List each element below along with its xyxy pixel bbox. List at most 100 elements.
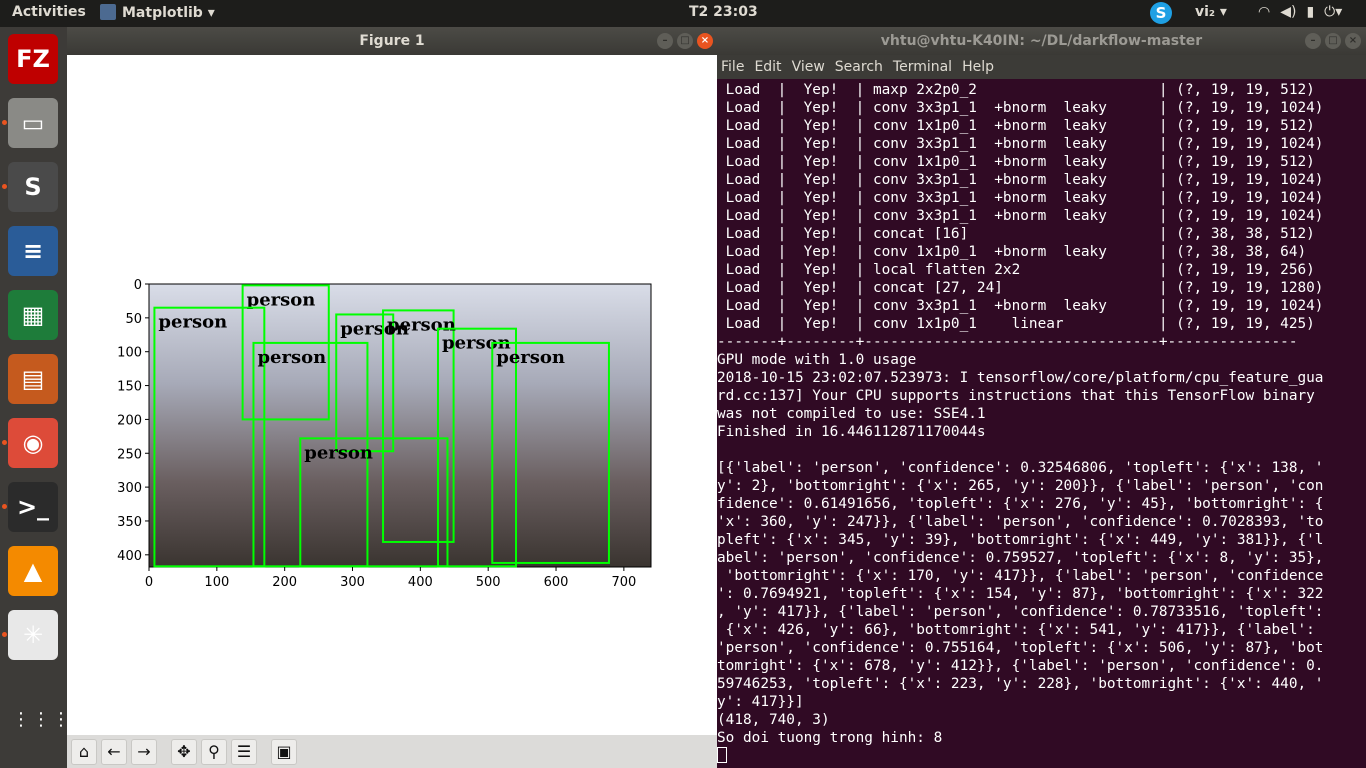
terminal-line: , 'y': 417}}, {'label': 'person', 'confi… — [717, 604, 1324, 620]
terminal-line: y': 2}, 'bottomright': {'x': 265, 'y': 2… — [717, 478, 1324, 494]
terminal-line: Load | Yep! | maxp 2x2p0_2 | (?, 19, 19,… — [717, 82, 1315, 98]
terminal-line: Load | Yep! | local flatten 2x2 | (?, 19… — [717, 262, 1315, 278]
running-indicator — [2, 184, 7, 189]
dock-terminal-icon[interactable]: >_ — [8, 482, 58, 532]
y-tick-label: 400 — [117, 549, 142, 564]
minimize-button[interactable]: – — [657, 33, 673, 49]
terminal-line: abel': 'person', 'confidence': 0.759527,… — [717, 550, 1324, 566]
menu-view[interactable]: View — [792, 55, 825, 79]
pan-icon[interactable]: ✥ — [171, 739, 197, 765]
home-icon[interactable]: ⌂ — [71, 739, 97, 765]
terminal-line: Load | Yep! | conv 1x1p0_1 linear | (?, … — [717, 316, 1315, 332]
y-tick-label: 200 — [117, 413, 142, 428]
close-button[interactable]: × — [697, 33, 713, 49]
dock-filezilla-icon[interactable]: FZ — [8, 34, 58, 84]
back-icon[interactable]: ← — [101, 739, 127, 765]
volume-icon: ◀) — [1280, 4, 1297, 20]
dock-libreoffice-calc-icon[interactable]: ▦ — [8, 290, 58, 340]
dock-chrome-icon[interactable]: ◉ — [8, 418, 58, 468]
terminal-line: Load | Yep! | conv 1x1p0_1 +bnorm leaky … — [717, 154, 1315, 170]
detection-label: person — [257, 347, 326, 368]
x-tick-label: 500 — [476, 575, 501, 590]
dock-libreoffice-writer-icon[interactable]: ≡ — [8, 226, 58, 276]
running-indicator — [2, 440, 7, 445]
top-bar: Activities Matplotlib ▾ T2 23:03 S vi₂ ▾… — [0, 0, 1366, 27]
forward-icon[interactable]: → — [131, 739, 157, 765]
y-tick-label: 300 — [117, 481, 142, 496]
y-tick-label: 250 — [117, 447, 142, 462]
running-indicator — [2, 504, 7, 509]
terminal-line: Load | Yep! | concat [27, 24] | (?, 19, … — [717, 280, 1324, 296]
dock-glyph: ▤ — [21, 365, 45, 393]
terminal-line: So doi tuong trong hinh: 8 — [717, 730, 943, 746]
terminal-line: Load | Yep! | conv 1x1p0_1 +bnorm leaky … — [717, 118, 1315, 134]
activities-button[interactable]: Activities — [12, 4, 86, 20]
dock: FZ ▭ S ≡ ▦ ▤ ◉ >_ ▲ ✳ ⋮⋮⋮ — [0, 27, 70, 768]
x-tick-label: 100 — [204, 575, 229, 590]
terminal-line: y': 417}}] — [717, 694, 804, 710]
dock-glyph: ▦ — [21, 301, 45, 329]
terminal-line: Load | Yep! | conv 3x3p1_1 +bnorm leaky … — [717, 298, 1324, 314]
prompt-line[interactable] — [717, 747, 1366, 765]
input-method-indicator[interactable]: vi₂ ▾ — [1195, 4, 1227, 20]
terminal-line: rd.cc:137] Your CPU supports instruction… — [717, 388, 1315, 404]
show-applications-icon[interactable]: ⋮⋮⋮ — [12, 711, 70, 753]
skype-icon[interactable]: S — [1150, 2, 1172, 24]
y-tick-label: 50 — [125, 312, 142, 327]
maximize-button[interactable]: □ — [677, 33, 693, 49]
menu-terminal[interactable]: Terminal — [893, 55, 952, 79]
menu-search[interactable]: Search — [835, 55, 883, 79]
y-tick-label: 0 — [134, 278, 142, 293]
terminal-line: fidence': 0.61491656, 'topleft': {'x': 2… — [717, 496, 1324, 512]
detection-label: person — [158, 312, 227, 333]
dock-vlc-icon[interactable]: ▲ — [8, 546, 58, 596]
terminal-line: Load | Yep! | conv 3x3p1_1 +bnorm leaky … — [717, 100, 1324, 116]
dock-libreoffice-impress-icon[interactable]: ▤ — [8, 354, 58, 404]
app-menu[interactable]: Matplotlib ▾ — [100, 4, 215, 21]
app-menu-label: Matplotlib ▾ — [122, 5, 215, 21]
plot-canvas[interactable]: person person person person person person pers… — [67, 55, 717, 735]
terminal-line: Load | Yep! | conv 3x3p1_1 +bnorm leaky … — [717, 136, 1324, 152]
zoom-icon[interactable]: ⚲ — [201, 739, 227, 765]
save-icon[interactable]: ▣ — [271, 739, 297, 765]
configure-icon[interactable]: ☰ — [231, 739, 257, 765]
clock[interactable]: T2 23:03 — [689, 4, 758, 20]
y-tick-label: 350 — [117, 515, 142, 530]
terminal-line: 'x': 360, 'y': 247}}, {'label': 'person'… — [717, 514, 1324, 530]
close-button[interactable]: × — [1345, 33, 1361, 49]
dock-sublime-text-icon[interactable]: S — [8, 162, 58, 212]
minimize-button[interactable]: – — [1305, 33, 1321, 49]
menu-file[interactable]: File — [721, 55, 744, 79]
terminal-title: vhtu@vhtu-K40IN: ~/DL/darkflow-master — [880, 33, 1203, 49]
terminal-line: Load | Yep! | concat [16] | (?, 38, 38, … — [717, 226, 1315, 242]
terminal-line: [{'label': 'person', 'confidence': 0.325… — [717, 460, 1324, 476]
terminal-line: pleft': {'x': 345, 'y': 39}, 'bottomrigh… — [717, 532, 1324, 548]
battery-icon: ▮ — [1306, 4, 1315, 20]
terminal-title-bar[interactable]: vhtu@vhtu-K40IN: ~/DL/darkflow-master – … — [717, 27, 1366, 55]
dock-glyph: >_ — [16, 493, 50, 521]
terminal-output[interactable]: Load | Yep! | maxp 2x2p0_2 | (?, 19, 19,… — [717, 81, 1366, 768]
terminal-line: Finished in 16.446112871170044s — [717, 424, 986, 440]
terminal-line: Load | Yep! | conv 3x3p1_1 +bnorm leaky … — [717, 172, 1324, 188]
menu-edit[interactable]: Edit — [754, 55, 781, 79]
dock-matplotlib-icon[interactable]: ✳ — [8, 610, 58, 660]
system-tray[interactable]: ◠ ◀) ▮ ⏻▾ — [1258, 4, 1352, 20]
window-title: Figure 1 — [359, 33, 425, 49]
figure-title-bar[interactable]: Figure 1 – □ × — [67, 27, 717, 55]
detection-label: person — [496, 347, 565, 368]
terminal-line: Load | Yep! | conv 3x3p1_1 +bnorm leaky … — [717, 190, 1324, 206]
terminal-line: tomright': {'x': 678, 'y': 412}}, {'labe… — [717, 658, 1324, 674]
dock-glyph: ✳ — [22, 621, 44, 649]
menu-help[interactable]: Help — [962, 55, 994, 79]
terminal-line: 59746253, 'topleft': {'x': 223, 'y': 228… — [717, 676, 1324, 692]
terminal-line: (418, 740, 3) — [717, 712, 830, 728]
maximize-button[interactable]: □ — [1325, 33, 1341, 49]
dock-files-icon[interactable]: ▭ — [8, 98, 58, 148]
terminal-line: Load | Yep! | conv 1x1p0_1 +bnorm leaky … — [717, 244, 1307, 260]
terminal-line: Load | Yep! | conv 3x3p1_1 +bnorm leaky … — [717, 208, 1324, 224]
wifi-icon: ◠ — [1258, 4, 1271, 20]
figure-window: Figure 1 – □ × person person person person p… — [67, 27, 717, 768]
x-tick-label: 200 — [272, 575, 297, 590]
terminal-line: 'bottomright': {'x': 170, 'y': 417}}, {'… — [717, 568, 1324, 584]
